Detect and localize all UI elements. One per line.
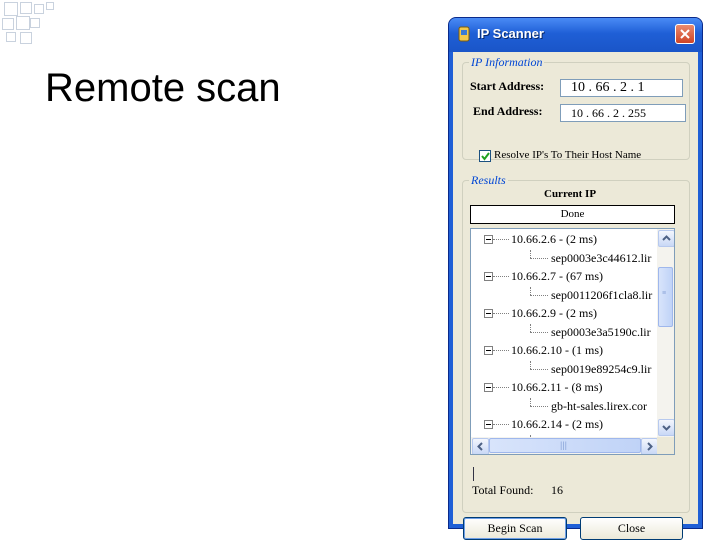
total-found-value: 16 — [551, 483, 563, 497]
tree-node[interactable]: 10.66.2.14 - (2 ms) — [471, 416, 657, 434]
tree-connector — [530, 331, 548, 333]
close-icon — [680, 29, 690, 39]
tree-node-host: sep0011206f1cla8.lir — [551, 287, 653, 302]
horizontal-scrollbar[interactable]: ||| — [471, 437, 658, 454]
collapse-icon[interactable] — [484, 346, 493, 355]
collapse-icon[interactable] — [484, 235, 493, 244]
collapse-icon[interactable] — [484, 309, 493, 318]
tree-node[interactable]: 10.66.2.11 - (8 ms) — [471, 379, 657, 397]
tree-node-host: sep0003e3a5190c.lir — [551, 324, 651, 339]
tree-connector — [530, 397, 531, 406]
tree-child-node[interactable]: sep0003e3c44612.lir — [471, 249, 657, 268]
tree-connector — [530, 294, 548, 296]
end-address-input[interactable]: 10 . 66 . 2 . 255 — [560, 104, 686, 122]
scroll-right-button[interactable] — [641, 438, 658, 454]
check-icon — [481, 152, 490, 161]
tree-node[interactable]: 10.66.2.7 - (67 ms) — [471, 268, 657, 286]
tree-child-node[interactable]: sep0019e89254c9.lir — [471, 360, 657, 379]
results-tree-viewport: 10.66.2.6 - (2 ms) sep0003e3c44612.lir 10.… — [471, 229, 657, 437]
arrow-right-icon — [647, 442, 653, 451]
slide-title: Remote scan — [45, 66, 281, 110]
resolve-hostname-checkbox[interactable] — [479, 150, 491, 162]
window-title: IP Scanner — [477, 26, 544, 41]
tree-node-ip: 10.66.2.6 - (2 ms) — [511, 232, 597, 246]
current-ip-label: Current IP — [544, 188, 597, 200]
tree-child-node[interactable]: sep0011206f1cla8.lir — [471, 286, 657, 305]
ip-information-legend: IP Information — [471, 55, 543, 69]
arrow-down-icon — [662, 425, 671, 431]
title-bar[interactable]: IP Scanner — [449, 18, 702, 52]
tree-connector — [493, 387, 509, 388]
tree-connector — [530, 323, 531, 332]
tree-node-host: gb-ht-sales.lirex.cor — [551, 398, 647, 413]
tree-connector — [493, 424, 509, 425]
tree-node-host: sep0003e3c44612.lir — [551, 250, 652, 265]
tree-connector — [493, 239, 509, 240]
scroll-down-button[interactable] — [658, 419, 674, 436]
tree-node[interactable]: 10.66.2.10 - (1 ms) — [471, 342, 657, 360]
results-legend: Results — [471, 173, 506, 187]
arrow-left-icon — [477, 442, 483, 451]
collapse-icon[interactable] — [484, 420, 493, 429]
start-address-input[interactable]: 10 . 66 . 2 . 1 — [560, 79, 683, 97]
slide-decoration — [0, 0, 60, 50]
tree-connector — [530, 257, 548, 259]
vertical-scroll-thumb[interactable]: ≡ — [658, 267, 673, 327]
tree-connector — [530, 249, 531, 258]
tree-child-node[interactable]: sep0003e3a5190c.lir — [471, 323, 657, 342]
close-window-button[interactable] — [675, 24, 695, 44]
begin-scan-button[interactable]: Begin Scan — [463, 517, 567, 540]
tree-node-host: sep0019e89254c9.lir — [551, 361, 652, 376]
results-tree[interactable]: 10.66.2.6 - (2 ms) sep0003e3c44612.lir 10.… — [470, 228, 675, 455]
resolve-hostname-label: Resolve IP's To Their Host Name — [494, 149, 642, 161]
horizontal-scroll-thumb[interactable]: ||| — [489, 438, 641, 453]
tree-node[interactable]: 10.66.2.9 - (2 ms) — [471, 305, 657, 323]
tree-child-node[interactable]: gb-ht-sales.lirex.cor — [471, 397, 657, 416]
scroll-corner — [657, 437, 674, 454]
tree-connector — [530, 368, 548, 370]
tree-connector — [493, 350, 509, 351]
app-icon — [457, 26, 471, 42]
window-client: IP Information Start Address: 10 . 66 . … — [453, 52, 698, 540]
current-ip-value: Done — [470, 205, 675, 224]
tree-node-ip: 10.66.2.10 - (1 ms) — [511, 343, 603, 357]
total-found-label: Total Found: — [472, 483, 534, 497]
tree-node-ip: 10.66.2.14 - (2 ms) — [511, 417, 603, 431]
start-address-label: Start Address: — [470, 79, 545, 93]
tree-connector — [530, 405, 548, 407]
tree-node[interactable]: 10.66.2.6 - (2 ms) — [471, 231, 657, 249]
ip-scanner-window: IP Scanner IP Information Start Address:… — [449, 18, 702, 540]
scroll-up-button[interactable] — [658, 230, 674, 247]
vertical-scrollbar[interactable]: ≡ — [657, 229, 674, 437]
tree-connector — [493, 276, 509, 277]
scroll-left-button[interactable] — [472, 438, 489, 454]
close-button[interactable]: Close — [580, 517, 683, 540]
arrow-up-icon — [662, 235, 671, 241]
tree-node-ip: 10.66.2.11 - (8 ms) — [511, 380, 603, 394]
tree-connector — [530, 360, 531, 369]
collapse-icon[interactable] — [484, 272, 493, 281]
tree-node-ip: 10.66.2.9 - (2 ms) — [511, 306, 597, 320]
text-caret — [473, 467, 474, 481]
end-address-label: End Address: — [473, 104, 543, 118]
tree-node-ip: 10.66.2.7 - (67 ms) — [511, 269, 603, 283]
tree-connector — [493, 313, 509, 314]
collapse-icon[interactable] — [484, 383, 493, 392]
tree-connector — [530, 286, 531, 295]
